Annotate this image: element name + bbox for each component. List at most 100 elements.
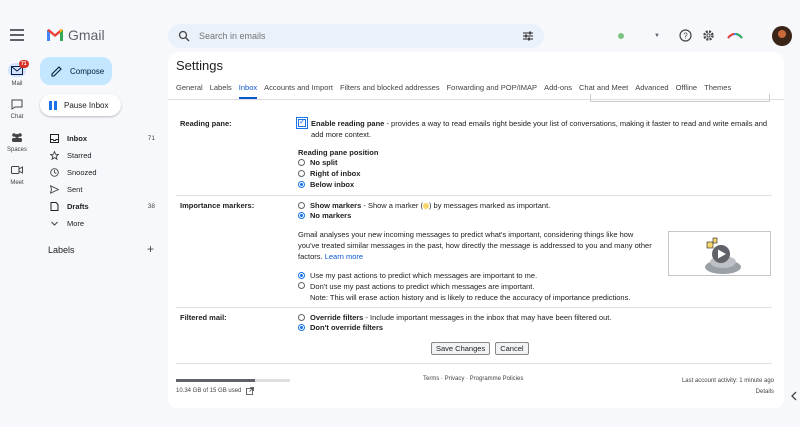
send-icon	[50, 185, 59, 194]
nav-item-starred[interactable]: Starred	[40, 147, 162, 164]
rail-mail[interactable]: 71 Mail	[0, 60, 34, 87]
enable-reading-pane-desc-2: add more context.	[311, 130, 372, 139]
nav-item-snoozed[interactable]: Snoozed	[40, 164, 162, 181]
tab-general[interactable]: General	[176, 83, 203, 99]
rail-spaces[interactable]: Spaces	[0, 132, 34, 153]
below-inbox-label: Below inbox	[310, 180, 355, 189]
radio-no-markers[interactable]: No markers	[298, 211, 351, 220]
override-filters-label: Override filters	[310, 313, 364, 322]
footer-divider	[176, 363, 772, 364]
pause-icon	[49, 100, 57, 110]
nav-item-drafts[interactable]: Drafts 38	[40, 198, 162, 215]
importance-para-1: Gmail analyses your new incoming message…	[298, 230, 634, 239]
override-filters-desc: - Include important messages in the inbo…	[363, 313, 612, 322]
spaces-icon	[11, 132, 23, 144]
svg-text:?: ?	[683, 32, 688, 41]
gear-icon[interactable]	[702, 29, 715, 42]
radio-button[interactable]	[298, 170, 305, 177]
rail-chat[interactable]: Chat	[0, 99, 34, 120]
radio-below-inbox[interactable]: Below inbox	[298, 180, 354, 189]
rail-spaces-label: Spaces	[6, 147, 27, 153]
cancel-button[interactable]: Cancel	[495, 342, 529, 355]
radio-override-filters[interactable]: Override filters - Include important mes…	[298, 313, 611, 322]
mail-folder-nav: Inbox 71 Starred Snoozed Sent Drafts 38 …	[40, 130, 162, 232]
radio-no-split[interactable]: No split	[298, 158, 338, 167]
active-status-icon	[618, 33, 624, 39]
tab-inbox[interactable]: Inbox	[238, 83, 258, 99]
tab-filters-and-blocked[interactable]: Filters and blocked addresses	[340, 83, 440, 99]
show-markers-label: Show markers	[310, 201, 362, 210]
open-in-new-icon[interactable]	[246, 387, 255, 395]
nav-drafts-label: Drafts	[67, 202, 89, 211]
nav-item-more[interactable]: More	[40, 215, 162, 232]
play-video-icon	[705, 237, 741, 274]
pause-inbox-button[interactable]: Pause Inbox	[40, 94, 121, 116]
radio-button[interactable]	[298, 159, 305, 166]
tab-labels[interactable]: Labels	[210, 83, 232, 99]
radio-button[interactable]	[298, 314, 305, 321]
chevron-down-icon	[51, 221, 58, 226]
importance-para-3: factors.	[298, 252, 323, 261]
importance-video-thumbnail[interactable]	[668, 231, 771, 276]
search-options-icon[interactable]	[522, 30, 534, 42]
no-split-label: No split	[310, 158, 338, 167]
storage-usage-text: 10.34 GB of 15 GB used	[176, 388, 242, 394]
right-of-inbox-label: Right of inbox	[310, 169, 361, 178]
account-avatar[interactable]	[772, 26, 792, 46]
search-icon[interactable]	[178, 30, 190, 42]
importance-explanation: Gmail analyses your new incoming message…	[298, 229, 658, 262]
storage-usage-fill	[176, 379, 255, 382]
enable-reading-pane-checkbox[interactable]	[296, 117, 308, 129]
storage-usage-bar	[176, 379, 290, 382]
chevron-down-icon: ▼	[654, 33, 660, 39]
tab-forwarding-pop-imap[interactable]: Forwarding and POP/IMAP	[447, 83, 537, 99]
labels-heading: Labels	[48, 245, 75, 255]
radio-button[interactable]	[298, 282, 305, 289]
add-label-button[interactable]: +	[147, 242, 154, 256]
save-changes-button[interactable]: Save Changes	[431, 342, 491, 355]
radio-button[interactable]	[298, 202, 305, 209]
enable-reading-pane-desc: - provides a way to read emails right be…	[384, 119, 768, 128]
compose-label: Compose	[70, 66, 105, 76]
rail-meet[interactable]: Meet	[0, 165, 34, 186]
google-apps-icon[interactable]	[727, 29, 743, 42]
nav-item-sent[interactable]: Sent	[40, 181, 162, 198]
help-icon[interactable]: ?	[679, 29, 692, 42]
previous-section-box	[590, 94, 770, 102]
radio-dont-use-past-actions[interactable]: Don't use my past actions to predict whi…	[298, 281, 630, 303]
learn-more-link[interactable]: Learn more	[325, 252, 363, 261]
nav-item-inbox[interactable]: Inbox 71	[40, 130, 162, 147]
gmail-logo[interactable]: Gmail	[46, 27, 105, 43]
radio-button-selected[interactable]	[298, 272, 305, 279]
account-activity: Last account activity: 1 minute ago Deta…	[682, 376, 774, 398]
nav-sent-label: Sent	[67, 185, 83, 194]
chevron-left-icon[interactable]	[788, 390, 800, 402]
search-bar[interactable]	[168, 24, 544, 48]
radio-button-selected[interactable]	[298, 181, 305, 188]
status-selector[interactable]: ▼	[610, 29, 666, 43]
radio-dont-override-filters[interactable]: Don't override filters	[298, 323, 383, 332]
details-link[interactable]: Details	[756, 389, 774, 395]
nav-starred-label: Starred	[67, 151, 92, 160]
gmail-m-icon	[47, 29, 63, 41]
enable-reading-pane-option[interactable]: Enable reading pane - provides a way to …	[296, 117, 768, 140]
reading-pane-position-heading: Reading pane position	[298, 148, 379, 157]
radio-use-past-actions[interactable]: Use my past actions to predict which mes…	[298, 271, 537, 280]
nav-inbox-count: 71	[147, 135, 155, 142]
radio-right-of-inbox[interactable]: Right of inbox	[298, 169, 360, 178]
compose-button[interactable]: Compose	[40, 57, 112, 85]
radio-button-selected[interactable]	[298, 212, 305, 219]
search-input[interactable]	[199, 31, 499, 41]
radio-button-selected[interactable]	[298, 324, 305, 331]
reading-pane-label: Reading pane:	[180, 119, 232, 128]
tab-add-ons[interactable]: Add-ons	[544, 83, 572, 99]
radio-show-markers[interactable]: Show markers - Show a marker () by messa…	[298, 201, 550, 210]
use-past-actions-label: Use my past actions to predict which mes…	[310, 271, 538, 280]
top-bar: Gmail ▼ ?	[0, 20, 800, 52]
rail-chat-label: Chat	[10, 114, 24, 120]
pencil-icon	[51, 65, 62, 77]
tab-accounts-and-import[interactable]: Accounts and Import	[264, 83, 333, 99]
terms-links[interactable]: Terms · Privacy · Programme Policies	[423, 376, 523, 382]
main-menu-icon[interactable]	[10, 29, 24, 41]
storage-usage: 10.34 GB of 15 GB used	[176, 387, 255, 395]
